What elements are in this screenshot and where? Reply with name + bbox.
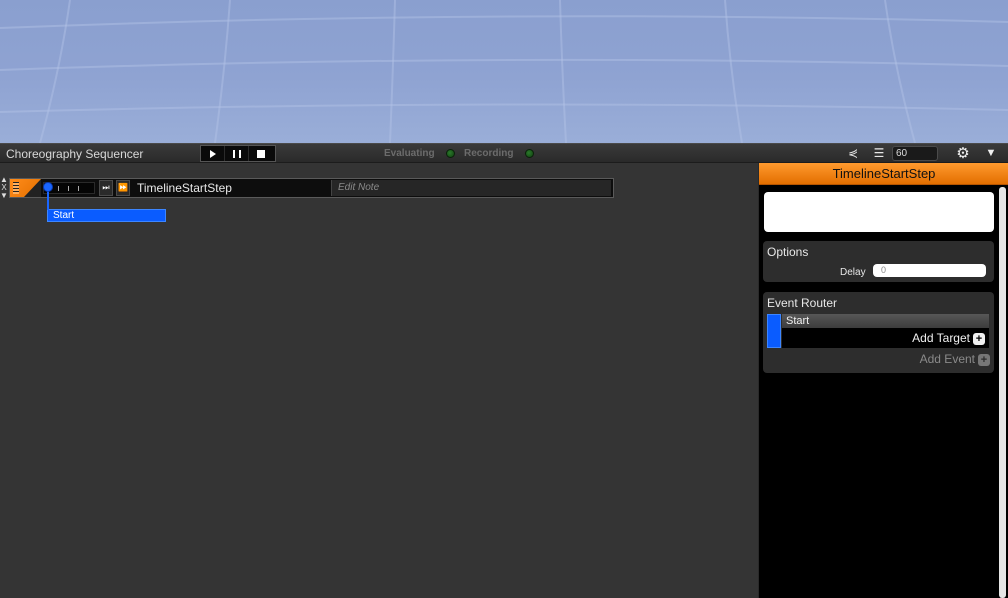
stop-button[interactable] bbox=[249, 146, 273, 161]
edit-note-field[interactable]: Edit Note bbox=[331, 180, 611, 196]
inspector-scrollbar[interactable] bbox=[999, 187, 1006, 598]
evaluating-led-icon bbox=[446, 149, 455, 158]
timeline-step-row[interactable]: ⏭ ⏩ TimelineStartStep Edit Note bbox=[9, 178, 614, 198]
options-panel: Options Delay 0 bbox=[763, 241, 994, 282]
window-title: Choreography Sequencer bbox=[6, 147, 144, 161]
inspector-title: TimelineStartStep bbox=[759, 163, 1008, 185]
step-color-tab[interactable] bbox=[10, 179, 41, 197]
track-side-controls: ▲ X ▼ bbox=[0, 176, 8, 200]
list-icon[interactable]: ☰ bbox=[869, 145, 889, 162]
gear-icon[interactable]: ⚙ bbox=[952, 144, 974, 163]
viewport-grid bbox=[0, 0, 1008, 143]
inspector-panel: TimelineStartStep Options Delay 0 Event … bbox=[758, 163, 1008, 598]
evaluating-label: Evaluating bbox=[384, 148, 435, 159]
plus-icon: + bbox=[978, 353, 990, 366]
event-color-bar[interactable] bbox=[767, 314, 781, 348]
branch-icon[interactable]: ⋞ bbox=[843, 145, 863, 162]
scene-viewport[interactable] bbox=[0, 0, 1008, 143]
add-target-button[interactable]: Add Target + bbox=[912, 331, 985, 345]
sequencer-toolbar: Choreography Sequencer Evaluating Record… bbox=[0, 143, 1008, 163]
add-event-button[interactable]: Add Event + bbox=[920, 352, 990, 366]
step-name[interactable]: TimelineStartStep bbox=[137, 181, 232, 195]
options-title: Options bbox=[767, 245, 809, 259]
step-note-textarea[interactable] bbox=[764, 192, 994, 232]
event-router-title: Event Router bbox=[767, 296, 838, 310]
fps-field[interactable]: 60 bbox=[892, 146, 938, 161]
event-output-pin-icon[interactable] bbox=[43, 182, 53, 192]
event-connector-line bbox=[47, 190, 49, 210]
event-targets: Add Target + bbox=[782, 328, 989, 348]
play-button[interactable] bbox=[201, 146, 225, 161]
delay-input[interactable]: 0 bbox=[873, 264, 986, 277]
sequence-area[interactable] bbox=[0, 164, 758, 598]
plus-icon: + bbox=[973, 332, 985, 345]
delay-label: Delay bbox=[840, 267, 866, 278]
skip-end-icon[interactable]: ⏭ bbox=[99, 180, 113, 196]
recording-led-icon bbox=[525, 149, 534, 158]
stop-icon bbox=[257, 150, 265, 158]
start-event-chip[interactable]: Start bbox=[47, 209, 166, 222]
pause-button[interactable] bbox=[225, 146, 249, 161]
move-down-icon[interactable]: ▼ bbox=[0, 192, 8, 200]
chevron-down-icon[interactable]: ▼ bbox=[981, 144, 1001, 163]
fast-forward-icon[interactable]: ⏩ bbox=[116, 180, 130, 196]
add-target-label: Add Target bbox=[912, 331, 970, 345]
play-icon bbox=[210, 150, 216, 158]
event-name[interactable]: Start bbox=[782, 314, 989, 328]
pause-icon bbox=[233, 150, 241, 158]
event-router-panel: Event Router Start Add Target + Add Event… bbox=[763, 292, 994, 373]
add-event-label: Add Event bbox=[919, 352, 975, 366]
recording-label: Recording bbox=[464, 148, 514, 159]
drag-handle-icon[interactable] bbox=[13, 182, 19, 194]
transport-controls bbox=[200, 145, 276, 162]
